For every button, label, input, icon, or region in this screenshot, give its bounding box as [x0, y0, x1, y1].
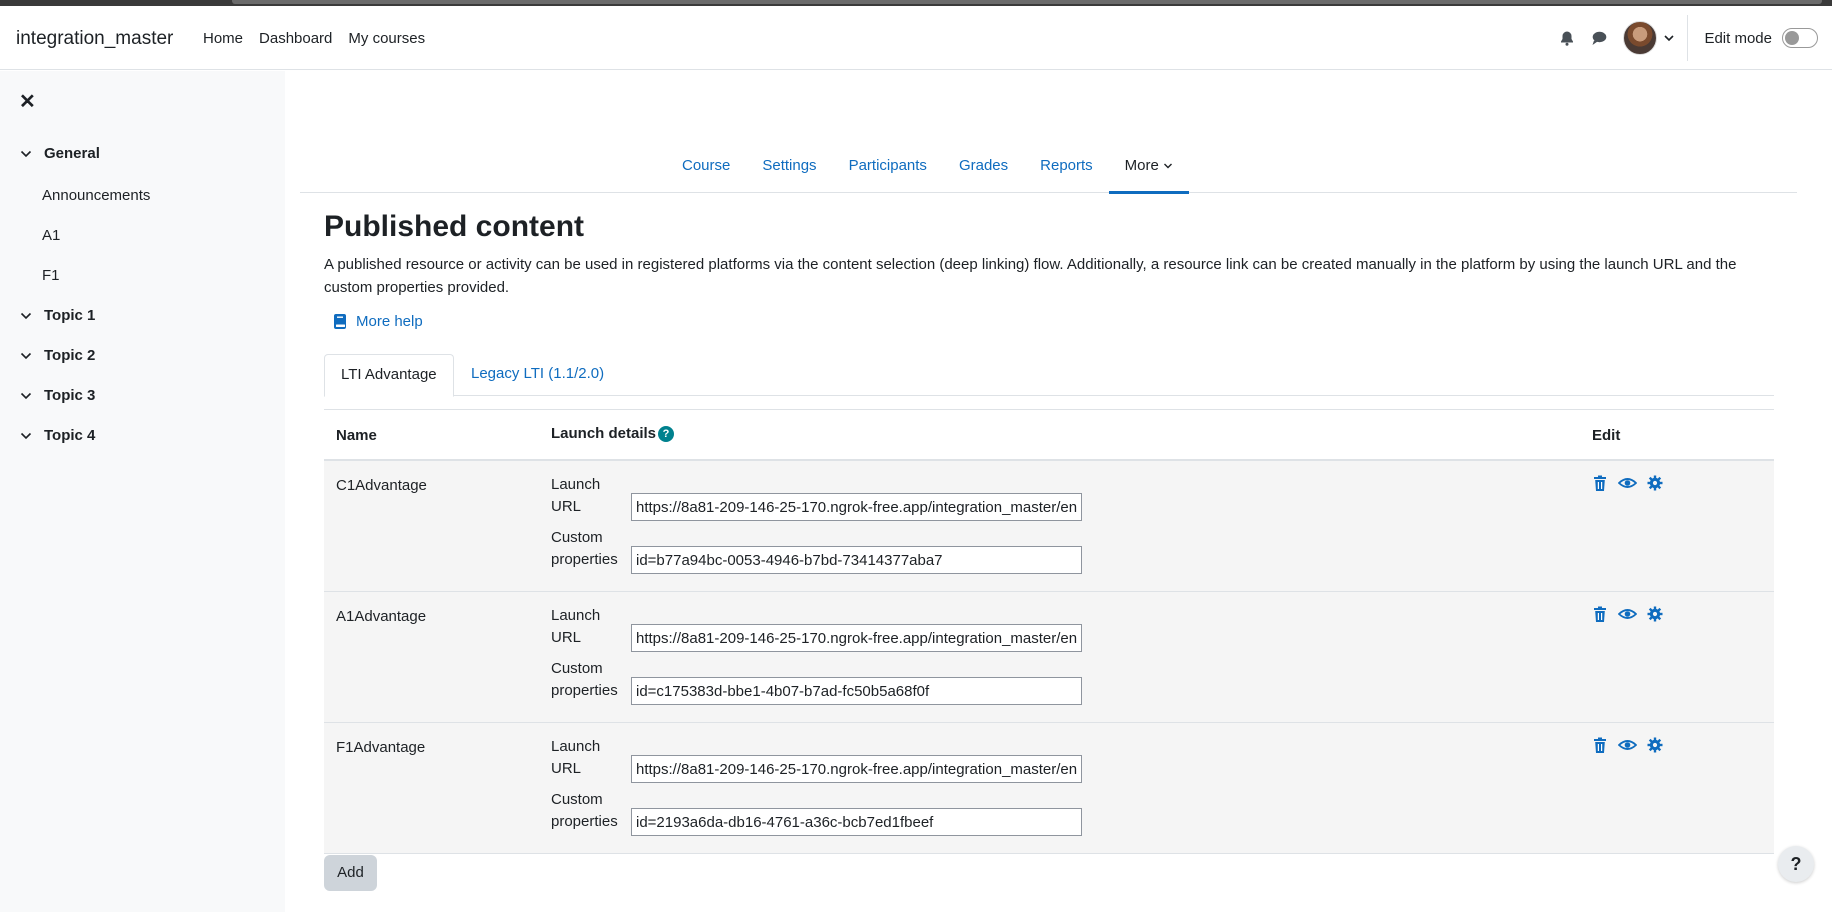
- custom-properties-label: Custom properties: [551, 660, 618, 699]
- nav-home[interactable]: Home: [203, 30, 243, 47]
- secondary-navigation: Course Settings Participants Grades Repo…: [300, 151, 1797, 194]
- navbar-right: Edit mode: [1559, 6, 1832, 70]
- secondary-tabs: Course Settings Participants Grades Repo…: [666, 151, 1190, 194]
- book-icon: [334, 314, 346, 329]
- nav-my-courses[interactable]: My courses: [348, 30, 425, 47]
- course-index-item[interactable]: A1: [42, 227, 60, 244]
- section-general[interactable]: General: [20, 145, 100, 162]
- launch-url-label: Launch URL: [551, 607, 601, 646]
- launch-url-field[interactable]: [631, 493, 1082, 521]
- add-button[interactable]: Add: [324, 855, 377, 891]
- navbar-separator: [1687, 15, 1689, 61]
- chevron-down-icon[interactable]: [20, 430, 32, 442]
- tab-participants[interactable]: Participants: [833, 151, 943, 193]
- bell-icon[interactable]: [1559, 30, 1575, 46]
- chevron-down-icon: [1164, 163, 1173, 169]
- section-label: Topic 3: [44, 387, 96, 404]
- row-actions: [1592, 737, 1663, 754]
- more-help-link[interactable]: More help: [332, 313, 423, 330]
- primary-navigation: Home Dashboard My courses: [203, 30, 441, 47]
- close-drawer-button[interactable]: ✕: [19, 89, 36, 114]
- table-row: F1Advantage Launch URL Custom properties: [324, 723, 1774, 854]
- tab-more[interactable]: More: [1108, 151, 1190, 194]
- trash-icon[interactable]: [1592, 475, 1608, 492]
- tab-course[interactable]: Course: [666, 151, 746, 193]
- more-help-label: More help: [356, 313, 423, 330]
- trash-icon[interactable]: [1592, 606, 1608, 623]
- course-index-item[interactable]: Announcements: [42, 187, 150, 204]
- tab-more-label: More: [1124, 157, 1159, 174]
- table-row: A1Advantage Launch URL Custom properties: [324, 592, 1774, 723]
- custom-properties-field[interactable]: [631, 677, 1082, 705]
- course-index-item[interactable]: F1: [42, 267, 60, 284]
- top-navbar: integration_master Home Dashboard My cou…: [0, 6, 1832, 70]
- chevron-down-icon[interactable]: [20, 350, 32, 362]
- main-content: Course Settings Participants Grades Repo…: [285, 71, 1832, 912]
- tab-lti-advantage[interactable]: LTI Advantage: [324, 354, 454, 397]
- toggle-knob: [1785, 31, 1799, 45]
- launch-url-label: Launch URL: [551, 738, 601, 777]
- section-label: Topic 4: [44, 427, 96, 444]
- eye-icon[interactable]: [1618, 737, 1637, 753]
- published-content-table: Name Launch details ? Edit C1Advantage L…: [324, 409, 1774, 854]
- help-icon[interactable]: ?: [658, 425, 675, 442]
- gear-icon[interactable]: [1647, 606, 1663, 622]
- row-name: F1Advantage: [336, 739, 426, 756]
- header-launch-details: Launch details ?: [551, 425, 675, 442]
- custom-properties-field[interactable]: [631, 808, 1082, 836]
- chevron-down-icon[interactable]: [20, 390, 32, 402]
- page-title: Published content: [324, 210, 585, 243]
- gear-icon[interactable]: [1647, 475, 1663, 491]
- site-brand[interactable]: integration_master: [16, 28, 173, 50]
- row-actions: [1592, 606, 1663, 623]
- chevron-down-icon[interactable]: [20, 148, 32, 160]
- chevron-down-icon[interactable]: [1663, 32, 1675, 44]
- trash-icon[interactable]: [1592, 737, 1608, 754]
- table-header: Name Launch details ? Edit: [324, 409, 1774, 461]
- eye-icon[interactable]: [1618, 606, 1637, 622]
- help-button[interactable]: ?: [1778, 846, 1814, 882]
- messages-icon[interactable]: [1591, 30, 1607, 46]
- tab-grades[interactable]: Grades: [943, 151, 1024, 193]
- custom-properties-label: Custom properties: [551, 529, 618, 568]
- edit-mode-label: Edit mode: [1704, 29, 1772, 47]
- custom-properties-label: Custom properties: [551, 791, 618, 830]
- header-name: Name: [336, 427, 377, 444]
- launch-url-label: Launch URL: [551, 476, 601, 515]
- section-label: General: [44, 145, 100, 162]
- tab-legacy-lti[interactable]: Legacy LTI (1.1/2.0): [455, 354, 620, 396]
- custom-properties-field[interactable]: [631, 546, 1082, 574]
- gear-icon[interactable]: [1647, 737, 1663, 753]
- table-row: C1Advantage Launch URL Custom properties: [324, 461, 1774, 592]
- section-label: Topic 2: [44, 347, 96, 364]
- header-launch-label: Launch details: [551, 425, 657, 442]
- row-name: A1Advantage: [336, 608, 427, 625]
- chevron-down-icon[interactable]: [20, 310, 32, 322]
- row-name: C1Advantage: [336, 477, 427, 494]
- row-actions: [1592, 475, 1663, 492]
- eye-icon[interactable]: [1618, 475, 1637, 491]
- window-top-bar: [232, 0, 1822, 4]
- launch-url-field[interactable]: [631, 624, 1082, 652]
- section-topic-1[interactable]: Topic 1: [20, 307, 95, 324]
- section-topic-4[interactable]: Topic 4: [20, 427, 95, 444]
- tab-reports[interactable]: Reports: [1024, 151, 1109, 193]
- edit-mode-toggle[interactable]: [1782, 28, 1818, 48]
- course-index-drawer: ✕ General Announcements A1 F1 Topic 1 To…: [0, 71, 285, 912]
- header-edit: Edit: [1592, 427, 1621, 444]
- section-topic-2[interactable]: Topic 2: [20, 347, 95, 364]
- tab-settings[interactable]: Settings: [746, 151, 832, 193]
- user-avatar[interactable]: [1623, 21, 1658, 55]
- section-topic-3[interactable]: Topic 3: [20, 387, 95, 404]
- page-description: A published resource or activity can be …: [324, 256, 1737, 296]
- nav-dashboard[interactable]: Dashboard: [259, 30, 332, 47]
- section-label: Topic 1: [44, 307, 96, 324]
- launch-url-field[interactable]: [631, 755, 1082, 783]
- lti-version-tabs: LTI Advantage Legacy LTI (1.1/2.0): [324, 354, 1774, 397]
